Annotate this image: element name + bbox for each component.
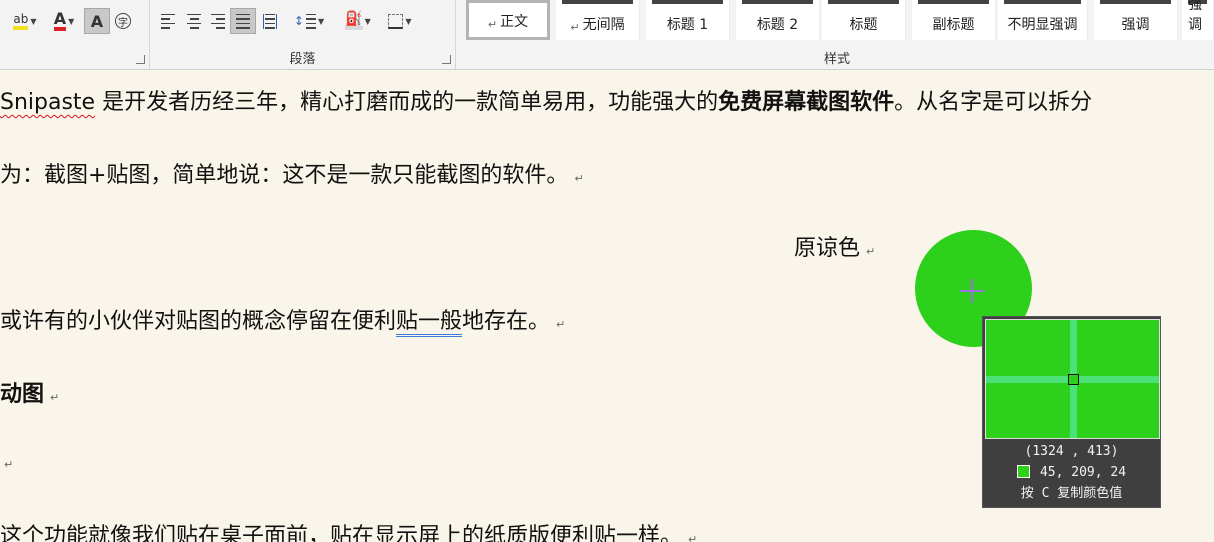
style-subtle-emphasis[interactable]: 不明显强调	[998, 0, 1088, 40]
align-right-icon	[211, 13, 225, 29]
style-subtitle[interactable]: 副标题	[912, 0, 996, 40]
cursor-coordinates: (1324 , 413)	[1024, 444, 1119, 459]
justify-icon	[236, 13, 250, 29]
paint-bucket-icon: ⛽	[345, 12, 363, 30]
paragraph-mark-icon: ↵	[574, 172, 584, 185]
paragraph-dialog-launcher-icon[interactable]	[442, 55, 451, 64]
styles-group-label: 样式	[823, 52, 850, 67]
magnifier-zoom-view	[985, 319, 1160, 439]
paragraph-mark-icon: ↵	[688, 533, 698, 542]
styles-gallery: ↵正文 ↵无间隔 标题 1 标题 2 标题 副标题 不明显强调 强调 明显强调 …	[460, 0, 1214, 69]
paragraph-mark-icon: ↵	[487, 18, 498, 31]
text-highlight-button[interactable]: ab ▼	[6, 8, 44, 34]
grammar-underline[interactable]: 贴一般	[396, 309, 463, 337]
color-picker-magnifier: (1324 , 413) 45, 209, 24 按 C 复制颜色值	[982, 316, 1161, 508]
paragraph-group-label: 段落	[289, 52, 316, 67]
align-right-button[interactable]	[206, 8, 230, 34]
distributed-button[interactable]	[258, 8, 282, 34]
align-center-icon	[187, 13, 201, 29]
distributed-icon	[263, 13, 277, 29]
style-no-spacing[interactable]: ↵ 无间隔	[556, 0, 640, 40]
style-emphasis[interactable]: 强调	[1094, 0, 1178, 40]
enclose-characters-button[interactable]: 字	[112, 8, 134, 34]
character-shading-icon: A	[90, 11, 104, 31]
font-group: ab ▼ A ▼ A 字	[0, 0, 150, 69]
paragraph-mark-icon: ↵	[570, 21, 580, 34]
style-title[interactable]: 标题	[822, 0, 906, 40]
heading-gif: 动图 ↵	[0, 382, 60, 407]
shading-button[interactable]: ⛽ ▼	[340, 8, 376, 34]
style-heading-1[interactable]: 标题 1	[646, 0, 730, 40]
paragraph-2: 为：截图+贴图，简单地说：这不是一款只能截图的软件。 ↵	[0, 163, 584, 188]
character-shading-button[interactable]: A	[84, 8, 110, 34]
borders-icon	[388, 13, 404, 29]
paragraph-mark-icon: ↵	[50, 391, 60, 404]
style-intense-emphasis[interactable]: 明显强调	[1182, 0, 1214, 40]
style-heading-2[interactable]: 标题 2	[736, 0, 820, 40]
paragraph-mark-icon: ↵	[866, 245, 876, 258]
highlighter-icon: ab	[13, 12, 29, 30]
paragraph-mark-icon: ↵	[556, 318, 566, 331]
picker-info: (1324 , 413) 45, 209, 24 按 C 复制颜色值	[983, 441, 1160, 504]
enclose-characters-icon: 字	[115, 13, 131, 29]
paragraph-1: Snipaste 是开发者历经三年，精心打磨而成的一款简单易用，功能强大的免费屏…	[0, 90, 1093, 115]
crosshair-cursor-icon	[960, 279, 984, 303]
ribbon: ab ▼ A ▼ A 字 ↕ ▼ ⛽ ▼ ▼ 段落 ↵ 正文 ↵ 无间隔 标题 …	[0, 0, 1214, 70]
copy-color-hint: 按 C 复制颜色值	[1020, 486, 1123, 501]
paragraph-4: 或许有的小伙伴对贴图的概念停留在便利贴一般地存在。 ↵	[0, 303, 566, 337]
paragraph-3: 原谅色 ↵	[794, 236, 876, 261]
color-swatch	[1016, 465, 1030, 478]
color-value: 45, 209, 24	[983, 462, 1160, 483]
align-center-button[interactable]	[182, 8, 206, 34]
paragraph-5: 这个功能就像我们贴在桌子面前，贴在显示屏上的纸质版便利贴一样。 ↵	[0, 518, 697, 542]
font-color-icon: A	[53, 11, 67, 31]
line-spacing-button[interactable]: ↕ ▼	[292, 8, 326, 34]
align-left-button[interactable]	[156, 8, 180, 34]
borders-button[interactable]: ▼	[384, 8, 416, 34]
pixel-target-icon	[1068, 374, 1079, 385]
paragraph-group: ↕ ▼ ⛽ ▼ ▼ 段落	[150, 0, 456, 69]
empty-paragraph: ↵	[0, 449, 13, 474]
font-color-button[interactable]: A ▼	[46, 8, 82, 34]
align-left-icon	[161, 13, 175, 29]
spellcheck-word[interactable]: Snipaste	[0, 90, 95, 115]
paragraph-mark-icon: ↵	[4, 458, 14, 471]
font-dialog-launcher-icon[interactable]	[136, 55, 145, 64]
justify-button[interactable]	[230, 8, 256, 34]
style-normal[interactable]: ↵ 正文	[466, 0, 550, 40]
line-spacing-icon: ↕	[294, 13, 316, 29]
